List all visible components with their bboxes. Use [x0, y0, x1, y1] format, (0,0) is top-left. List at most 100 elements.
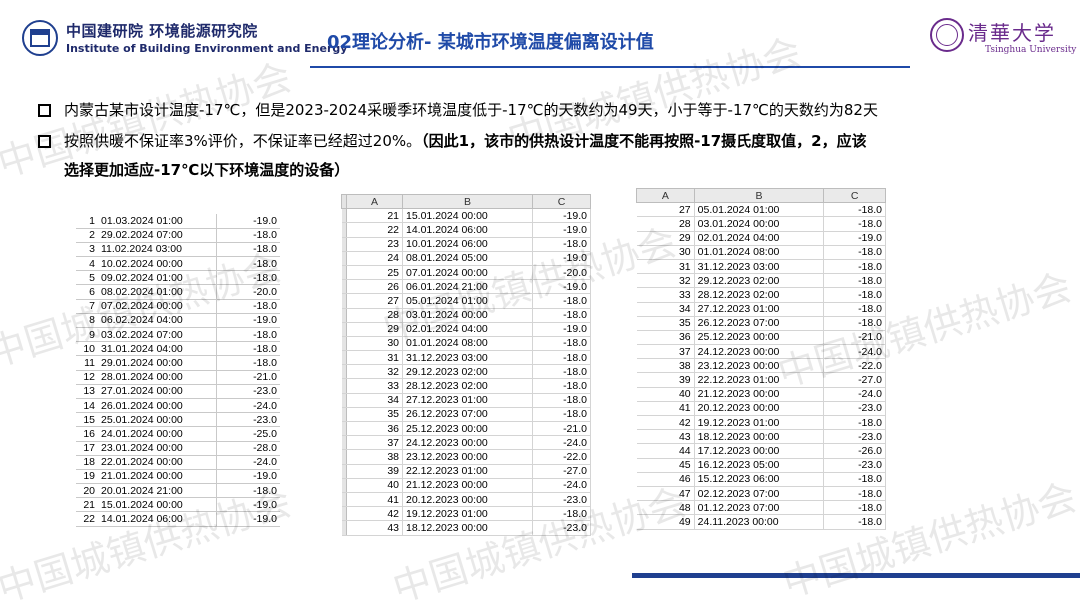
row-index-cell[interactable]: 32 [346, 364, 403, 380]
row-index-cell[interactable]: 40 [636, 387, 695, 402]
datetime-cell[interactable]: 02.01.2024 04:00 [694, 231, 825, 246]
temperature-cell[interactable]: -21.0 [215, 370, 280, 385]
row-index-cell[interactable]: 12 [76, 370, 98, 385]
row-index-cell[interactable]: 10 [76, 341, 98, 357]
temperature-cell[interactable]: -18.0 [215, 270, 280, 286]
datetime-cell[interactable]: 03.02.2024 07:00 [98, 327, 216, 343]
datetime-cell[interactable]: 01.03.2024 01:00 [98, 214, 216, 229]
datetime-cell[interactable]: 10.02.2024 00:00 [98, 256, 216, 272]
temperature-cell[interactable]: -20.0 [215, 284, 280, 300]
row-index-cell[interactable]: 9 [76, 327, 98, 343]
row-index-cell[interactable]: 26 [346, 279, 403, 295]
temperature-cell[interactable]: -24.0 [215, 455, 280, 470]
temperature-cell[interactable]: -18.0 [823, 202, 886, 218]
temperature-cell[interactable]: -18.0 [532, 293, 591, 309]
temperature-cell[interactable]: -19.0 [215, 469, 280, 485]
temperature-cell[interactable]: -18.0 [532, 364, 591, 380]
temperature-cell[interactable]: -19.0 [532, 322, 591, 337]
temperature-cell[interactable]: -19.0 [532, 279, 591, 295]
row-index-cell[interactable]: 11 [76, 355, 98, 371]
row-index-cell[interactable]: 5 [76, 270, 98, 286]
datetime-cell[interactable]: 08.01.2024 05:00 [402, 251, 533, 266]
row-index-cell[interactable]: 42 [346, 506, 403, 522]
row-index-cell[interactable]: 21 [76, 497, 98, 513]
column-header-c[interactable]: C [532, 194, 591, 210]
temperature-cell[interactable]: -19.0 [532, 208, 591, 224]
row-index-cell[interactable]: 7 [76, 299, 98, 314]
temperature-cell[interactable]: -18.0 [823, 486, 886, 502]
temperature-cell[interactable]: -25.0 [215, 426, 280, 442]
datetime-cell[interactable]: 28.01.2024 00:00 [98, 370, 216, 385]
column-header-a[interactable]: A [636, 188, 695, 204]
datetime-cell[interactable]: 27.01.2024 00:00 [98, 384, 216, 399]
row-index-cell[interactable]: 14 [76, 398, 98, 414]
datetime-cell[interactable]: 20.12.2023 00:00 [694, 401, 825, 417]
datetime-cell[interactable]: 23.12.2023 00:00 [694, 358, 825, 374]
row-index-cell[interactable]: 33 [636, 287, 695, 303]
row-index-cell[interactable]: 47 [636, 486, 695, 502]
temperature-cell[interactable]: -18.0 [532, 350, 591, 366]
row-index-cell[interactable]: 29 [636, 231, 695, 246]
temperature-cell[interactable]: -18.0 [532, 506, 591, 522]
row-index-cell[interactable]: 35 [346, 407, 403, 423]
temperature-cell[interactable]: -18.0 [823, 245, 886, 260]
row-index-cell[interactable]: 35 [636, 316, 695, 331]
row-index-cell[interactable]: 30 [636, 245, 695, 260]
row-index-cell[interactable]: 16 [76, 426, 98, 442]
temperature-cell[interactable]: -18.0 [215, 355, 280, 371]
row-index-cell[interactable]: 31 [346, 350, 403, 366]
datetime-cell[interactable]: 25.12.2023 00:00 [694, 330, 825, 346]
datetime-cell[interactable]: 14.01.2024 06:00 [98, 511, 216, 527]
temperature-cell[interactable]: -18.0 [215, 341, 280, 357]
datetime-cell[interactable]: 15.12.2023 06:00 [694, 472, 825, 487]
row-index-cell[interactable]: 25 [346, 265, 403, 281]
datetime-cell[interactable]: 31.12.2023 03:00 [402, 350, 533, 366]
temperature-cell[interactable]: -21.0 [532, 421, 591, 437]
row-index-cell[interactable]: 20 [76, 483, 98, 499]
temperature-cell[interactable]: -19.0 [215, 313, 280, 329]
row-index-cell[interactable]: 37 [636, 344, 695, 360]
datetime-cell[interactable]: 27.12.2023 01:00 [694, 302, 825, 317]
temperature-cell[interactable]: -18.0 [823, 287, 886, 303]
row-index-cell[interactable]: 28 [346, 308, 403, 323]
row-index-cell[interactable]: 49 [636, 514, 695, 530]
row-index-cell[interactable]: 46 [636, 472, 695, 487]
datetime-cell[interactable]: 22.12.2023 01:00 [402, 464, 533, 479]
datetime-cell[interactable]: 20.12.2023 00:00 [402, 492, 533, 508]
datetime-cell[interactable]: 05.01.2024 01:00 [694, 202, 825, 218]
datetime-cell[interactable]: 23.12.2023 00:00 [402, 449, 533, 465]
temperature-cell[interactable]: -20.0 [532, 265, 591, 281]
row-index-cell[interactable]: 17 [76, 441, 98, 456]
datetime-cell[interactable]: 20.01.2024 21:00 [98, 483, 216, 499]
temperature-cell[interactable]: -18.0 [823, 514, 886, 530]
datetime-cell[interactable]: 29.01.2024 00:00 [98, 355, 216, 371]
row-index-cell[interactable]: 43 [346, 520, 403, 536]
temperature-cell[interactable]: -18.0 [532, 393, 591, 408]
column-header-b[interactable]: B [693, 188, 825, 204]
row-index-cell[interactable]: 41 [346, 492, 403, 508]
column-header-c[interactable]: C [823, 188, 886, 204]
row-index-cell[interactable]: 41 [636, 401, 695, 417]
row-index-cell[interactable]: 18 [76, 455, 98, 470]
datetime-cell[interactable]: 21.12.2023 00:00 [402, 478, 533, 493]
row-index-cell[interactable]: 3 [76, 242, 98, 258]
datetime-cell[interactable]: 03.01.2024 00:00 [402, 308, 533, 323]
datetime-cell[interactable]: 03.01.2024 00:00 [694, 216, 825, 232]
row-index-cell[interactable]: 22 [76, 511, 98, 527]
temperature-cell[interactable]: -18.0 [532, 407, 591, 423]
datetime-cell[interactable]: 27.12.2023 01:00 [402, 393, 533, 408]
datetime-cell[interactable]: 14.01.2024 06:00 [402, 222, 533, 238]
datetime-cell[interactable]: 21.12.2023 00:00 [694, 387, 825, 402]
temperature-cell[interactable]: -27.0 [823, 372, 886, 388]
temperature-cell[interactable]: -19.0 [215, 214, 280, 229]
temperature-cell[interactable]: -18.0 [823, 500, 886, 516]
temperature-cell[interactable]: -27.0 [532, 464, 591, 479]
row-index-cell[interactable]: 13 [76, 384, 98, 399]
temperature-cell[interactable]: -18.0 [823, 273, 886, 289]
column-header-a[interactable]: A [346, 194, 403, 210]
row-index-cell[interactable]: 31 [636, 259, 695, 275]
datetime-cell[interactable]: 31.12.2023 03:00 [694, 259, 825, 275]
temperature-cell[interactable]: -18.0 [215, 483, 280, 499]
datetime-cell[interactable]: 07.02.2024 00:00 [98, 299, 216, 314]
row-index-cell[interactable]: 21 [346, 208, 403, 224]
